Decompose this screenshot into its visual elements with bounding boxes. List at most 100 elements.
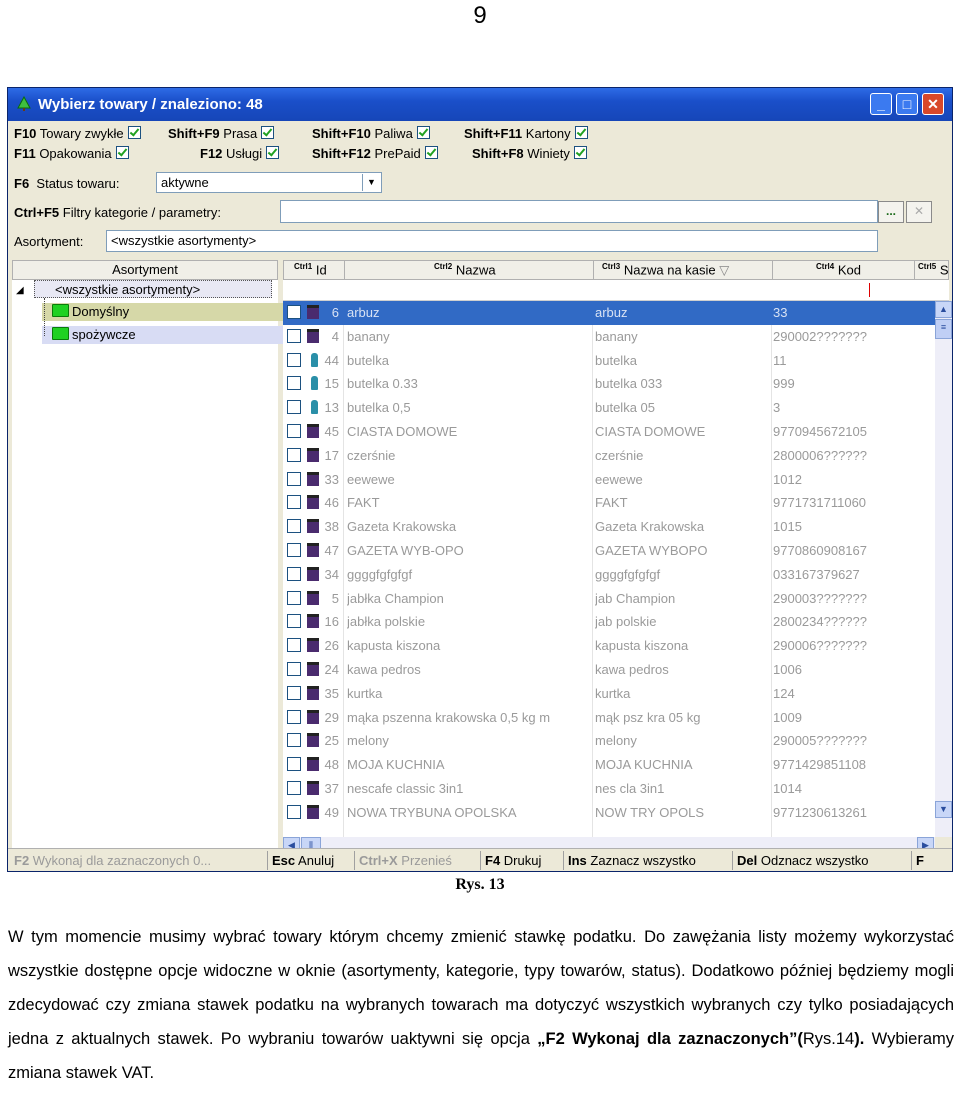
row-checkbox[interactable] bbox=[287, 590, 301, 605]
filter-input[interactable] bbox=[280, 200, 878, 223]
table-row[interactable]: 48 MOJA KUCHNIA MOJA KUCHNIA 9771429851108 bbox=[283, 753, 935, 777]
assortment-field[interactable]: <wszystkie asortymenty> bbox=[106, 230, 878, 252]
checkbox[interactable] bbox=[115, 146, 129, 159]
table-row[interactable]: 47 GAZETA WYB-OPO GAZETA WYBOPO 97708609081… bbox=[283, 539, 935, 563]
row-checkbox[interactable] bbox=[287, 566, 301, 581]
table-row[interactable]: 44 butelka butelka 11 bbox=[283, 349, 935, 373]
checkbox[interactable] bbox=[127, 126, 141, 139]
row-checkbox[interactable] bbox=[287, 781, 301, 795]
row-checkbox[interactable] bbox=[287, 495, 301, 510]
table-row[interactable]: 17 czerśnie czerśnie 2800006?????? bbox=[283, 444, 935, 468]
table-row[interactable]: 4 banany banany 290002??????? bbox=[283, 325, 935, 349]
row-checkbox[interactable] bbox=[287, 757, 301, 772]
row-checkbox[interactable] bbox=[287, 305, 301, 319]
row-checkbox[interactable] bbox=[287, 519, 301, 534]
option-winiety[interactable]: Shift+F8 Winiety bbox=[472, 146, 587, 161]
row-checkbox[interactable] bbox=[287, 638, 301, 653]
table-row[interactable]: 49 NOWA TRYBUNA OPOLSKA NOW TRY OPOLS 97712… bbox=[283, 801, 935, 825]
table-row[interactable]: 26 kapusta kiszona kapusta kiszona 290006??… bbox=[283, 634, 935, 658]
table-row[interactable]: 35 kurtka kurtka 124 bbox=[283, 682, 935, 706]
move-button[interactable]: Ctrl+X Przenieś bbox=[359, 853, 452, 868]
table-row[interactable]: 13 butelka 0,5 butelka 05 3 bbox=[283, 396, 935, 420]
row-checkbox[interactable] bbox=[287, 376, 301, 391]
row-checkbox[interactable] bbox=[287, 352, 301, 367]
ctrl-num: 4 bbox=[829, 262, 835, 271]
table-row[interactable]: 25 melony melony 290005??????? bbox=[283, 729, 935, 753]
table-row[interactable]: 29 mąka pszenna krakowska 0,5 kg m mąk psz… bbox=[283, 706, 935, 730]
cell-nazwa-na-kasie: jab Champion bbox=[595, 590, 676, 606]
column-header-s[interactable]: Ctrl5 S bbox=[918, 262, 949, 277]
tree-expand-icon[interactable]: ◢ bbox=[16, 282, 24, 300]
option-towary-zwykle[interactable]: F10 Towary zwykłe bbox=[14, 126, 141, 141]
row-checkbox[interactable] bbox=[287, 662, 301, 676]
cancel-button[interactable]: Esc Anuluj bbox=[272, 853, 334, 868]
column-header-id[interactable]: Ctrl1 Id bbox=[294, 262, 327, 277]
column-separator[interactable] bbox=[914, 261, 915, 279]
status-select[interactable]: aktywne ▼ bbox=[156, 172, 382, 193]
more-button[interactable]: ... bbox=[878, 201, 904, 223]
row-checkbox[interactable] bbox=[287, 543, 301, 557]
checkbox[interactable] bbox=[424, 146, 438, 159]
option-prasa[interactable]: Shift+F9 Prasa bbox=[168, 126, 275, 141]
checkbox[interactable] bbox=[574, 126, 588, 139]
table-row[interactable]: 38 Gazeta Krakowska Gazeta Krakowska 1015 bbox=[283, 515, 935, 539]
scroll-thumb[interactable]: ≡ bbox=[935, 319, 952, 339]
close-button[interactable]: ✕ bbox=[922, 93, 944, 115]
column-header-nazwa-na-kasie[interactable]: Ctrl3 Nazwa na kasie ▽ bbox=[602, 262, 729, 278]
table-row[interactable]: 5 jabłka Champion jab Champion 290003??????… bbox=[283, 587, 935, 611]
more-actions-button[interactable]: F bbox=[916, 853, 924, 868]
deselect-all-button[interactable]: Del Odznacz wszystko bbox=[737, 853, 869, 868]
tree-root[interactable]: <wszystkie asortymenty> bbox=[34, 280, 272, 298]
cell-id: 38 bbox=[324, 519, 339, 535]
row-checkbox[interactable] bbox=[287, 400, 301, 415]
table-row[interactable]: 37 nescafe classic 3in1 nes cla 3in1 1014 bbox=[283, 777, 935, 801]
table-row[interactable]: 45 CIASTA DOMOWE CIASTA DOMOWE 977094567210… bbox=[283, 420, 935, 444]
option-opakowania[interactable]: F11 Opakowania bbox=[14, 146, 129, 161]
row-checkbox[interactable] bbox=[287, 447, 301, 462]
option-uslugi[interactable]: F12 Usługi bbox=[200, 146, 280, 161]
scroll-down-button[interactable]: ▼ bbox=[935, 801, 952, 818]
table-row[interactable]: 6 arbuz arbuz 33 bbox=[283, 301, 935, 325]
clear-filter-button[interactable]: ✕ bbox=[906, 201, 932, 223]
scroll-up-button[interactable]: ▲ bbox=[935, 301, 952, 318]
row-checkbox[interactable] bbox=[287, 804, 301, 819]
chevron-down-icon[interactable]: ▼ bbox=[362, 174, 380, 191]
column-header-nazwa[interactable]: Ctrl2 Nazwa bbox=[434, 262, 496, 277]
table-row[interactable]: 16 jabłka polskie jab polskie 2800234?????? bbox=[283, 610, 935, 634]
checkbox[interactable] bbox=[416, 126, 430, 139]
column-header-kod[interactable]: Ctrl4 Kod bbox=[816, 262, 861, 277]
option-kartony[interactable]: Shift+F11 Kartony bbox=[464, 126, 588, 141]
row-checkbox[interactable] bbox=[287, 685, 301, 700]
option-prepaid[interactable]: Shift+F12 PrePaid bbox=[312, 146, 438, 161]
tree-item-spozywcze[interactable]: spożywcze bbox=[42, 326, 288, 344]
select-all-button[interactable]: Ins Zaznacz wszystko bbox=[568, 853, 696, 868]
row-checkbox[interactable] bbox=[287, 471, 301, 486]
table-row[interactable]: 46 FAKT FAKT 9771731711060 bbox=[283, 491, 935, 515]
row-checkbox[interactable] bbox=[287, 733, 301, 748]
column-separator[interactable] bbox=[772, 261, 773, 279]
maximize-button[interactable]: □ bbox=[896, 93, 918, 115]
table-row[interactable]: 33 eewewe eewewe 1012 bbox=[283, 468, 935, 492]
row-checkbox[interactable] bbox=[287, 709, 301, 724]
row-checkbox[interactable] bbox=[287, 424, 301, 438]
table-row[interactable]: 24 kawa pedros kawa pedros 1006 bbox=[283, 658, 935, 682]
print-button[interactable]: F4 Drukuj bbox=[485, 853, 541, 868]
row-checkbox[interactable] bbox=[287, 328, 301, 343]
row-checkbox[interactable] bbox=[287, 614, 301, 629]
column-separator[interactable] bbox=[344, 261, 345, 279]
option-paliwa[interactable]: Shift+F10 Paliwa bbox=[312, 126, 430, 141]
table-row[interactable]: 15 butelka 0.33 butelka 033 999 bbox=[283, 372, 935, 396]
minimize-button[interactable]: _ bbox=[870, 93, 892, 115]
execute-selected-button[interactable]: F2 Wykonaj dla zaznaczonych 0... bbox=[14, 853, 211, 868]
table-row[interactable]: 34 ggggfgfgfgf ggggfgfgfgf 033167379627 bbox=[283, 563, 935, 587]
tree-icon bbox=[17, 96, 31, 111]
tree-column-header[interactable]: Asortyment bbox=[12, 260, 278, 280]
grid-filter-row[interactable] bbox=[283, 280, 949, 301]
checkbox[interactable] bbox=[573, 146, 587, 159]
checkbox[interactable] bbox=[266, 146, 280, 159]
tree-item-domyslny[interactable]: Domyślny bbox=[42, 303, 288, 321]
cell-kod: 1006 bbox=[773, 662, 802, 677]
checkbox[interactable] bbox=[261, 126, 275, 139]
vertical-scrollbar[interactable]: ▲ ≡ ▼ bbox=[935, 301, 952, 837]
column-separator[interactable] bbox=[593, 261, 594, 279]
